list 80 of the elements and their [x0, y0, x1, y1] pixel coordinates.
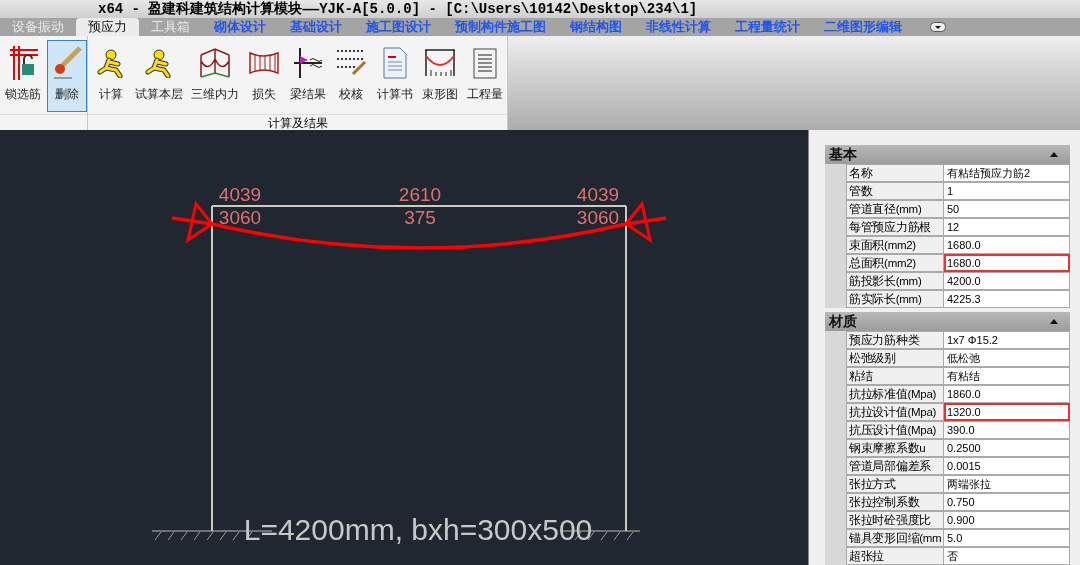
property-value[interactable]: 1	[944, 182, 1070, 200]
property-label: 筋投影长(mm)	[846, 272, 944, 290]
ribbon-button[interactable]: 校核	[331, 40, 372, 112]
dimension-label: 2610	[398, 184, 442, 205]
property-value[interactable]: 5.0	[944, 529, 1070, 547]
group-label: 计算及结果	[267, 115, 328, 130]
ribbon-tab[interactable]: 预应力	[76, 18, 139, 36]
property-value[interactable]: 0.2500	[944, 439, 1070, 457]
document-icon	[381, 47, 408, 79]
dimension-label: 4039	[218, 184, 262, 205]
ribbon-button[interactable]: 删除	[47, 40, 87, 112]
property-value[interactable]: 否	[944, 547, 1070, 565]
property-label: 张拉控制系数	[846, 493, 944, 511]
property-value[interactable]: 4225.3	[944, 290, 1070, 308]
property-value[interactable]: 0.0015	[944, 457, 1070, 475]
property-value[interactable]: 4200.0	[944, 272, 1070, 290]
property-value[interactable]: 1860.0	[944, 385, 1070, 403]
ribbon-button[interactable]: 试算本层	[131, 40, 187, 112]
ribbon-button[interactable]: 束形图	[418, 40, 462, 112]
property-value[interactable]: 390.0	[944, 421, 1070, 439]
property-value[interactable]: 1680.0	[944, 254, 1070, 272]
ribbon-button[interactable]: 计算	[92, 40, 130, 112]
property-label: 抗拉标准值(Mpa)	[846, 385, 944, 403]
property-label: 抗压设计值(Mpa)	[846, 421, 944, 439]
property-value[interactable]: 低松弛	[944, 349, 1070, 367]
notepad-icon	[472, 47, 499, 79]
property-label: 超张拉	[846, 547, 944, 565]
property-value[interactable]: 1320.0	[944, 403, 1070, 421]
property-value[interactable]: 1680.0	[944, 236, 1070, 254]
property-label: 总面积(mm2)	[846, 254, 944, 272]
ribbon-button[interactable]: 计算书	[373, 40, 417, 112]
property-label: 管道局部偏差系	[846, 457, 944, 475]
brush-icon	[52, 46, 83, 80]
property-label: 预应力筋种类	[846, 331, 944, 349]
property-value[interactable]: 0.900	[944, 511, 1070, 529]
tendon-profile-icon	[423, 48, 458, 78]
ribbon-button[interactable]: 锁选筋	[0, 40, 46, 112]
property-label: 管数	[846, 182, 944, 200]
ribbon-button[interactable]: 工程量	[463, 40, 508, 112]
running-figure-icon	[95, 48, 126, 78]
hatched-beam-icon	[248, 49, 281, 77]
property-value[interactable]: 50	[944, 200, 1070, 218]
property-label: 名称	[846, 164, 944, 182]
property-label: 钢束摩擦系数u	[846, 439, 944, 457]
property-label: 束面积(mm2)	[846, 236, 944, 254]
property-label: 松弛级别	[846, 349, 944, 367]
property-label: 粘结	[846, 367, 944, 385]
section-title: 材质	[829, 312, 857, 331]
property-value[interactable]: 1x7 Φ15.2	[944, 331, 1070, 349]
property-label: 管道直径(mm)	[846, 200, 944, 218]
window-title: x64 - 盈建科建筑结构计算模块——YJK-A[5.0.0] - [C:\Users\10142\Desktop\234\1]	[98, 0, 698, 18]
dropdown-icon[interactable]	[930, 22, 946, 32]
property-label: 筋实际长(mm)	[846, 290, 944, 308]
dimension-label: 4039	[576, 184, 620, 205]
property-label: 每管预应力筋根	[846, 218, 944, 236]
property-value[interactable]: 12	[944, 218, 1070, 236]
running-figure-icon	[143, 48, 174, 78]
property-value[interactable]: 有粘结预应力筋2	[944, 164, 1070, 182]
section-title: 基本	[829, 145, 857, 164]
dimension-label: 3060	[576, 207, 620, 228]
property-label: 抗拉设计值(Mpa)	[846, 403, 944, 421]
ribbon-button[interactable]: 梁结果	[286, 40, 330, 112]
beam-result-icon	[291, 48, 324, 78]
collapse-icon[interactable]	[1050, 152, 1058, 157]
ribbon-button[interactable]: 三维内力	[188, 40, 243, 112]
unlock-icon	[7, 46, 38, 80]
check-brush-icon	[335, 48, 368, 78]
section-header[interactable]: 基本	[825, 145, 1070, 164]
dimension-label: 375	[404, 207, 436, 228]
dimension-label: 3060	[218, 207, 262, 228]
property-label: 张拉方式	[846, 475, 944, 493]
collapse-icon[interactable]	[1050, 319, 1058, 324]
section-header[interactable]: 材质	[825, 312, 1070, 331]
property-value[interactable]: 两端张拉	[944, 475, 1070, 493]
property-value[interactable]: 有粘结	[944, 367, 1070, 385]
property-label: 张拉时砼强度比	[846, 511, 944, 529]
property-label: 锚具变形回缩(mm	[846, 529, 944, 547]
property-value[interactable]: 0.750	[944, 493, 1070, 511]
ribbon-button[interactable]: 损失	[244, 40, 285, 112]
beam-caption: L=4200mm, bxh=300x500	[243, 513, 593, 546]
